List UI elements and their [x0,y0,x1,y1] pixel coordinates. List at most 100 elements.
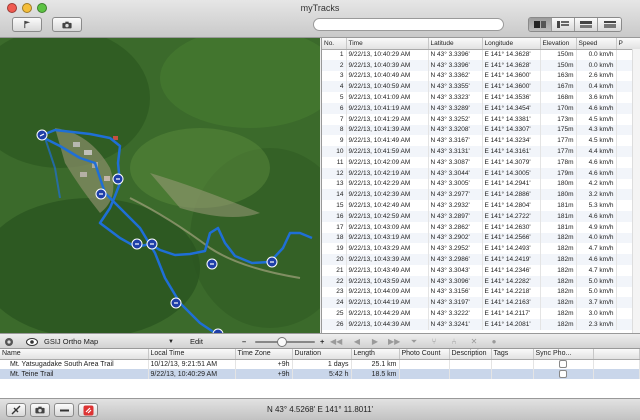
column-header[interactable]: Length [351,349,400,360]
sync-photo-checkbox[interactable] [559,360,567,369]
table-row[interactable]: 25 9/22/13, 10:44:29 AM N 43° 3.3222' E 141… [322,308,640,319]
table-cell: 2 [322,59,347,71]
table-row[interactable]: 17 9/22/13, 10:43:09 AM N 43° 3.2862' E 141… [322,221,640,233]
track-row-selected[interactable]: Mt. Teine Trail 9/22/13, 10:40:29 AM +9h… [0,369,640,379]
table-cell: 9/22/13, 10:44:19 AM [346,297,429,309]
map-settings-button[interactable] [4,336,14,347]
flag-button[interactable] [12,17,42,32]
split-icon[interactable]: ⑂ [429,337,439,347]
column-header[interactable]: Speed [576,38,617,50]
edit-button[interactable]: Edit [190,336,203,347]
column-header[interactable]: Time [346,38,429,50]
track-marker[interactable] [112,173,124,185]
table-row[interactable]: 8 9/22/13, 10:41:39 AM N 43° 3.3208' E 141°… [322,124,640,136]
table-cell: 18 [322,232,347,244]
table-row[interactable]: 20 9/22/13, 10:43:39 AM N 43° 3.2986' E 141… [322,254,640,265]
table-row[interactable]: 1 9/22/13, 10:40:29 AM N 43° 3.3396' E 141°… [322,49,640,60]
track-marker[interactable] [206,258,218,270]
table-row[interactable]: 14 9/22/13, 10:42:39 AM N 43° 3.2977' E 141… [322,189,640,201]
table-row[interactable]: 2 9/22/13, 10:40:39 AM N 43° 3.3396' E 141°… [322,59,640,71]
map-visibility-toggle[interactable] [26,336,38,347]
table-row[interactable]: 13 9/22/13, 10:42:29 AM N 43° 3.3005' E 141… [322,178,640,190]
column-header[interactable]: Sync Pho... [533,349,594,360]
table-row[interactable]: 6 9/22/13, 10:41:19 AM N 43° 3.3289' E 141°… [322,102,640,114]
column-header[interactable]: Photo Count [399,349,450,360]
map-source-select[interactable]: GSIJ Ortho Map ▼ [44,336,174,347]
step-back-icon[interactable]: ◀ [352,337,362,347]
table-cell: N 43° 3.3156' [428,286,483,298]
table-cell: N 43° 3.3208' [428,124,483,136]
track-marker[interactable] [170,297,182,309]
table-row[interactable]: 18 9/22/13, 10:43:19 AM N 43° 3.2902' E 141… [322,232,640,244]
column-header[interactable]: Duration [292,349,352,360]
table-row[interactable]: 3 9/22/13, 10:40:49 AM N 43° 3.3362' E 141°… [322,70,640,82]
table-row[interactable]: 26 9/22/13, 10:44:39 AM N 43° 3.3241' E 141… [322,318,640,330]
table-row[interactable]: 9 9/22/13, 10:41:49 AM N 43° 3.3167' E 141°… [322,135,640,147]
zoom-slider-knob[interactable] [277,337,287,347]
track-duration: 1 days [292,359,352,369]
table-cell: 2.3 km/h [576,318,617,330]
view-mode-control[interactable] [528,17,622,32]
table-row[interactable]: 4 9/22/13, 10:40:59 AM N 43° 3.3355' E 141°… [322,81,640,93]
view-map-list-button[interactable] [529,18,552,31]
fast-forward-icon[interactable]: ▶▶ [388,337,400,347]
track-marker[interactable] [146,238,158,250]
zoom-out-button[interactable]: – [242,336,246,347]
track-marker[interactable] [36,129,48,141]
table-row[interactable]: 5 9/22/13, 10:41:09 AM N 43° 3.3323' E 141°… [322,92,640,103]
table-cell: E 141° 14.3161' [482,146,541,157]
trackpoint-table[interactable]: No. Time Latitude Longitude Elevation Sp… [321,38,640,333]
column-header[interactable]: Latitude [428,38,483,50]
column-header[interactable]: Elevation [540,38,577,50]
track-row[interactable]: Mt. Yatsugadake South Area Trail 10/12/1… [0,359,640,369]
merge-icon[interactable]: ⑃ [449,337,459,347]
table-cell: E 141° 14.3536' [482,92,541,103]
table-row[interactable]: 23 9/22/13, 10:44:09 AM N 43° 3.3156' E 141… [322,286,640,298]
satellite-map[interactable] [0,38,320,333]
search-input[interactable] [313,18,504,31]
rewind-icon[interactable]: ◀◀ [330,337,342,347]
table-row[interactable]: 24 9/22/13, 10:44:19 AM N 43° 3.3197' E 141… [322,297,640,309]
table-row[interactable]: 19 9/22/13, 10:43:29 AM N 43° 3.2952' E 141… [322,243,640,255]
column-header[interactable]: P [616,38,640,50]
play-icon[interactable]: ▶ [370,337,380,347]
table-row[interactable]: 21 9/22/13, 10:43:49 AM N 43° 3.3043' E 141… [322,264,640,276]
table-cell: E 141° 14.2886' [482,189,541,201]
track-marker[interactable] [131,238,143,250]
table-cell: E 141° 14.2117' [482,308,541,319]
table-row[interactable]: 7 9/22/13, 10:41:29 AM N 43° 3.3252' E 141°… [322,113,640,125]
filter-icon[interactable]: ⏷ [409,337,419,347]
table-row[interactable]: 15 9/22/13, 10:42:49 AM N 43° 3.2932' E 141… [322,200,640,211]
map-view[interactable] [0,38,320,333]
table-scrollbar[interactable] [632,49,640,333]
view-sidebar-button[interactable] [552,18,575,31]
view-graph-button[interactable] [598,18,621,31]
chevron-down-icon: ▼ [168,338,174,345]
track-marker[interactable] [95,188,107,200]
table-row[interactable]: 11 9/22/13, 10:42:09 AM N 43° 3.3087' E 141… [322,156,640,168]
table-row[interactable]: 12 9/22/13, 10:42:19 AM N 43° 3.3044' E 141… [322,167,640,179]
table-cell: 1 [322,49,347,60]
table-row[interactable]: 16 9/22/13, 10:42:59 AM N 43° 3.2897' E 141… [322,210,640,222]
column-header[interactable]: Longitude [482,38,541,50]
view-table-button[interactable] [575,18,598,31]
zoom-in-button[interactable]: + [320,336,324,347]
table-row[interactable]: 22 9/22/13, 10:43:59 AM N 43° 3.3096' E 141… [322,275,640,287]
track-marker[interactable] [266,256,278,268]
column-header[interactable]: Time Zone [235,349,293,360]
table-cell: 182m [540,286,577,298]
column-header[interactable]: Tags [491,349,534,360]
table-cell: E 141° 14.3628' [482,59,541,71]
sync-photo-checkbox[interactable] [559,370,567,378]
column-header[interactable]: Local Time [148,349,236,360]
tracks-list[interactable]: Name Local Time Time Zone Duration Lengt… [0,349,640,398]
column-header[interactable]: No. [322,38,347,50]
table-row[interactable]: 10 9/22/13, 10:41:59 AM N 43° 3.3131' E 141… [322,146,640,157]
table-cell: 9/22/13, 10:44:09 AM [346,286,429,298]
column-header[interactable]: Name [0,349,149,360]
camera-button[interactable] [52,17,82,32]
expand-icon[interactable]: ✕ [469,337,479,347]
column-header[interactable]: Description [449,349,492,360]
table-cell: 9/22/13, 10:41:29 AM [346,113,429,125]
pin-icon[interactable]: ● [489,337,499,347]
